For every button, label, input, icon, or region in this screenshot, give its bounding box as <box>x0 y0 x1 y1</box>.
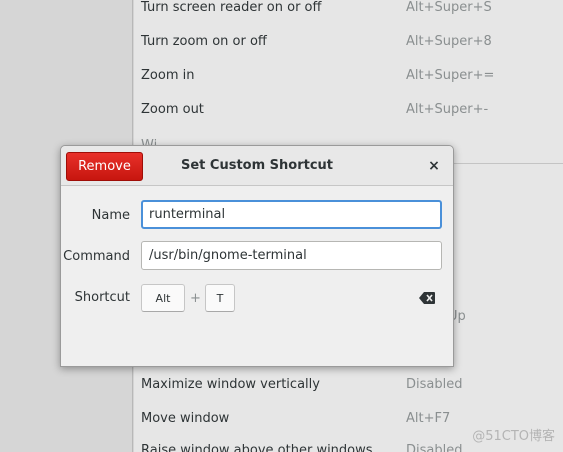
shortcut-key-t[interactable]: T <box>205 284 235 312</box>
shortcut-accel: Disabled <box>406 377 463 392</box>
shortcut-name: Maximize window vertically <box>141 377 320 392</box>
command-label: Command <box>63 249 130 264</box>
shortcut-row[interactable]: Turn screen reader on or off Alt+Super+S <box>134 0 563 26</box>
shortcut-accel: Alt+Super+= <box>406 68 495 83</box>
shortcut-name: Move window <box>141 411 230 426</box>
shortcut-name: Turn screen reader on or off <box>141 0 322 15</box>
dialog-titlebar: Remove Set Custom Shortcut × <box>61 146 453 186</box>
shortcut-separator: + <box>190 291 201 306</box>
shortcut-name: Turn zoom on or off <box>141 34 267 49</box>
shortcut-label: Shortcut <box>74 290 130 305</box>
shortcut-row[interactable]: Zoom in Alt+Super+= <box>134 60 563 94</box>
shortcut-accel: Alt+Super+- <box>406 102 489 117</box>
name-field[interactable]: runterminal <box>141 200 442 229</box>
dialog-title: Set Custom Shortcut <box>180 158 334 173</box>
watermark: @51CTO博客 <box>472 429 555 444</box>
shortcut-name: Raise window above other windows <box>141 443 373 452</box>
shortcut-accel: Disabled <box>406 443 463 452</box>
command-field[interactable]: /usr/bin/gnome-terminal <box>141 241 442 270</box>
shortcut-key-alt[interactable]: Alt <box>141 284 185 312</box>
shortcut-accel: Alt+Super+8 <box>406 34 492 49</box>
edit-clear-icon[interactable] <box>419 292 435 304</box>
shortcut-row[interactable]: Maximize window vertically Disabled <box>134 369 563 403</box>
set-custom-shortcut-dialog: Remove Set Custom Shortcut × Name runter… <box>60 145 454 367</box>
shortcut-row[interactable]: Turn zoom on or off Alt+Super+8 <box>134 26 563 60</box>
shortcut-name: Zoom out <box>141 102 204 117</box>
shortcut-accel: Alt+Super+S <box>406 0 492 15</box>
shortcut-accel: Alt+F7 <box>406 411 451 426</box>
name-label: Name <box>91 208 130 223</box>
shortcut-name: Zoom in <box>141 68 195 83</box>
close-icon[interactable]: × <box>425 157 443 175</box>
shortcut-row[interactable]: Zoom out Alt+Super+- <box>134 94 563 128</box>
